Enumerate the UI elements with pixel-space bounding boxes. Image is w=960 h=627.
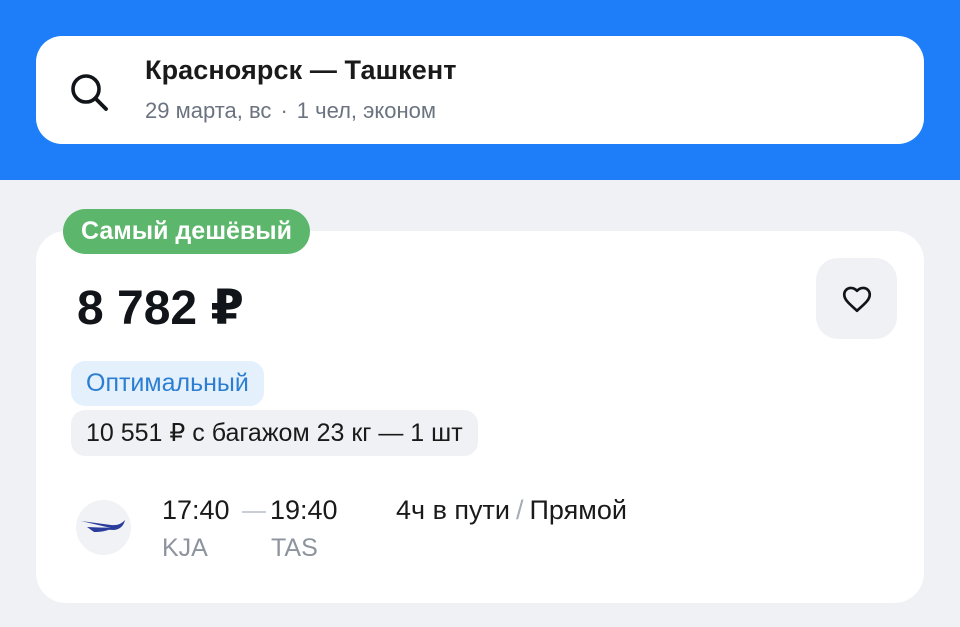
search-date: 29 марта, вс bbox=[145, 98, 272, 123]
flight-stops: Прямой bbox=[529, 495, 627, 525]
info-separator: / bbox=[516, 495, 524, 525]
ticket-price: 8 782 ₽ bbox=[77, 282, 244, 335]
search-summary-card[interactable] bbox=[36, 36, 924, 144]
cheapest-badge: Самый дешёвый bbox=[63, 209, 311, 254]
time-separator bbox=[242, 511, 266, 513]
arrival-airport-code: TAS bbox=[271, 534, 318, 562]
departure-airport-code: KJA bbox=[162, 534, 208, 562]
favorite-button[interactable] bbox=[816, 258, 897, 339]
search-details: 29 марта, вс · 1 чел, эконом bbox=[145, 98, 436, 124]
arrival-time: 19:40 bbox=[270, 495, 338, 525]
separator-dot: · bbox=[280, 98, 288, 123]
departure-time: 17:40 bbox=[162, 495, 230, 525]
heart-icon bbox=[842, 286, 872, 313]
route-title: Красноярск — Ташкент bbox=[145, 55, 457, 85]
search-passengers: 1 чел, эконом bbox=[296, 98, 436, 123]
baggage-option-tag[interactable]: 10 551 ₽ с багажом 23 кг — 1 шт bbox=[71, 410, 478, 456]
optimal-tag[interactable]: Оптимальный bbox=[71, 361, 264, 406]
flight-duration: 4ч в пути bbox=[396, 495, 510, 525]
search-icon[interactable] bbox=[66, 69, 112, 115]
flight-info: 4ч в пути / Прямой bbox=[396, 495, 627, 526]
airline-logo-icon bbox=[76, 500, 131, 555]
